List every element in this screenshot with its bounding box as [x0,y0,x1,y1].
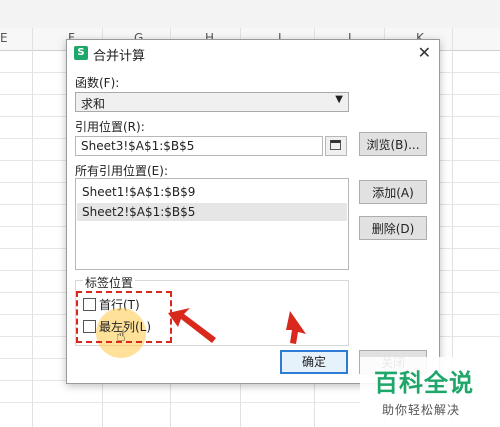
watermark-logo: 百科全说 [374,369,474,397]
watermark-subtitle: 助你轻松解决 [382,403,461,417]
dialog-titlebar[interactable]: S 合并计算 ✕ [67,40,439,66]
all-refs-list[interactable]: Sheet1!$A$1:$B$9 Sheet2!$A$1:$B$5 [75,178,349,270]
add-button[interactable]: 添加(A) [359,180,427,204]
ok-button[interactable]: 确定 [280,350,348,374]
toolbar-strip [0,0,500,29]
delete-button[interactable]: 删除(D) [359,216,427,240]
list-item-text: Sheet2!$A$1:$B$5 [82,205,196,219]
consolidate-dialog: S 合并计算 ✕ 函数(F): 求和 ▼ 引用位置(R): Sheet3!$A$… [66,39,440,384]
list-item[interactable]: Sheet2!$A$1:$B$5 [77,203,347,221]
reference-input[interactable]: Sheet3!$A$1:$B$5 [75,136,323,156]
dropdown-arrow-icon: ▼ [335,94,343,105]
label-position-title: 标签位置 [83,274,136,291]
app-logo-icon: S [74,46,88,60]
range-select-icon [330,140,341,150]
dialog-title: 合并计算 [93,49,146,64]
collapse-range-button[interactable] [325,136,347,156]
column-letter-e[interactable]: E [0,31,8,45]
grid-vline [32,28,33,427]
function-label: 函数(F): [75,76,120,90]
function-select[interactable]: 求和 ▼ [75,92,349,112]
browse-button[interactable]: 浏览(B)... [359,132,427,156]
reference-input-value: Sheet3!$A$1:$B$5 [81,139,195,153]
list-item-text: Sheet1!$A$1:$B$9 [82,185,196,199]
pointer-cursor-icon: ☝ [116,326,126,345]
all-refs-label: 所有引用位置(E): [75,164,168,178]
list-item[interactable]: Sheet1!$A$1:$B$9 [77,183,347,201]
function-select-value: 求和 [81,97,106,111]
watermark: 百科全说 助你轻松解决 [360,357,500,427]
reference-label: 引用位置(R): [75,120,145,134]
close-icon[interactable]: ✕ [418,43,431,62]
